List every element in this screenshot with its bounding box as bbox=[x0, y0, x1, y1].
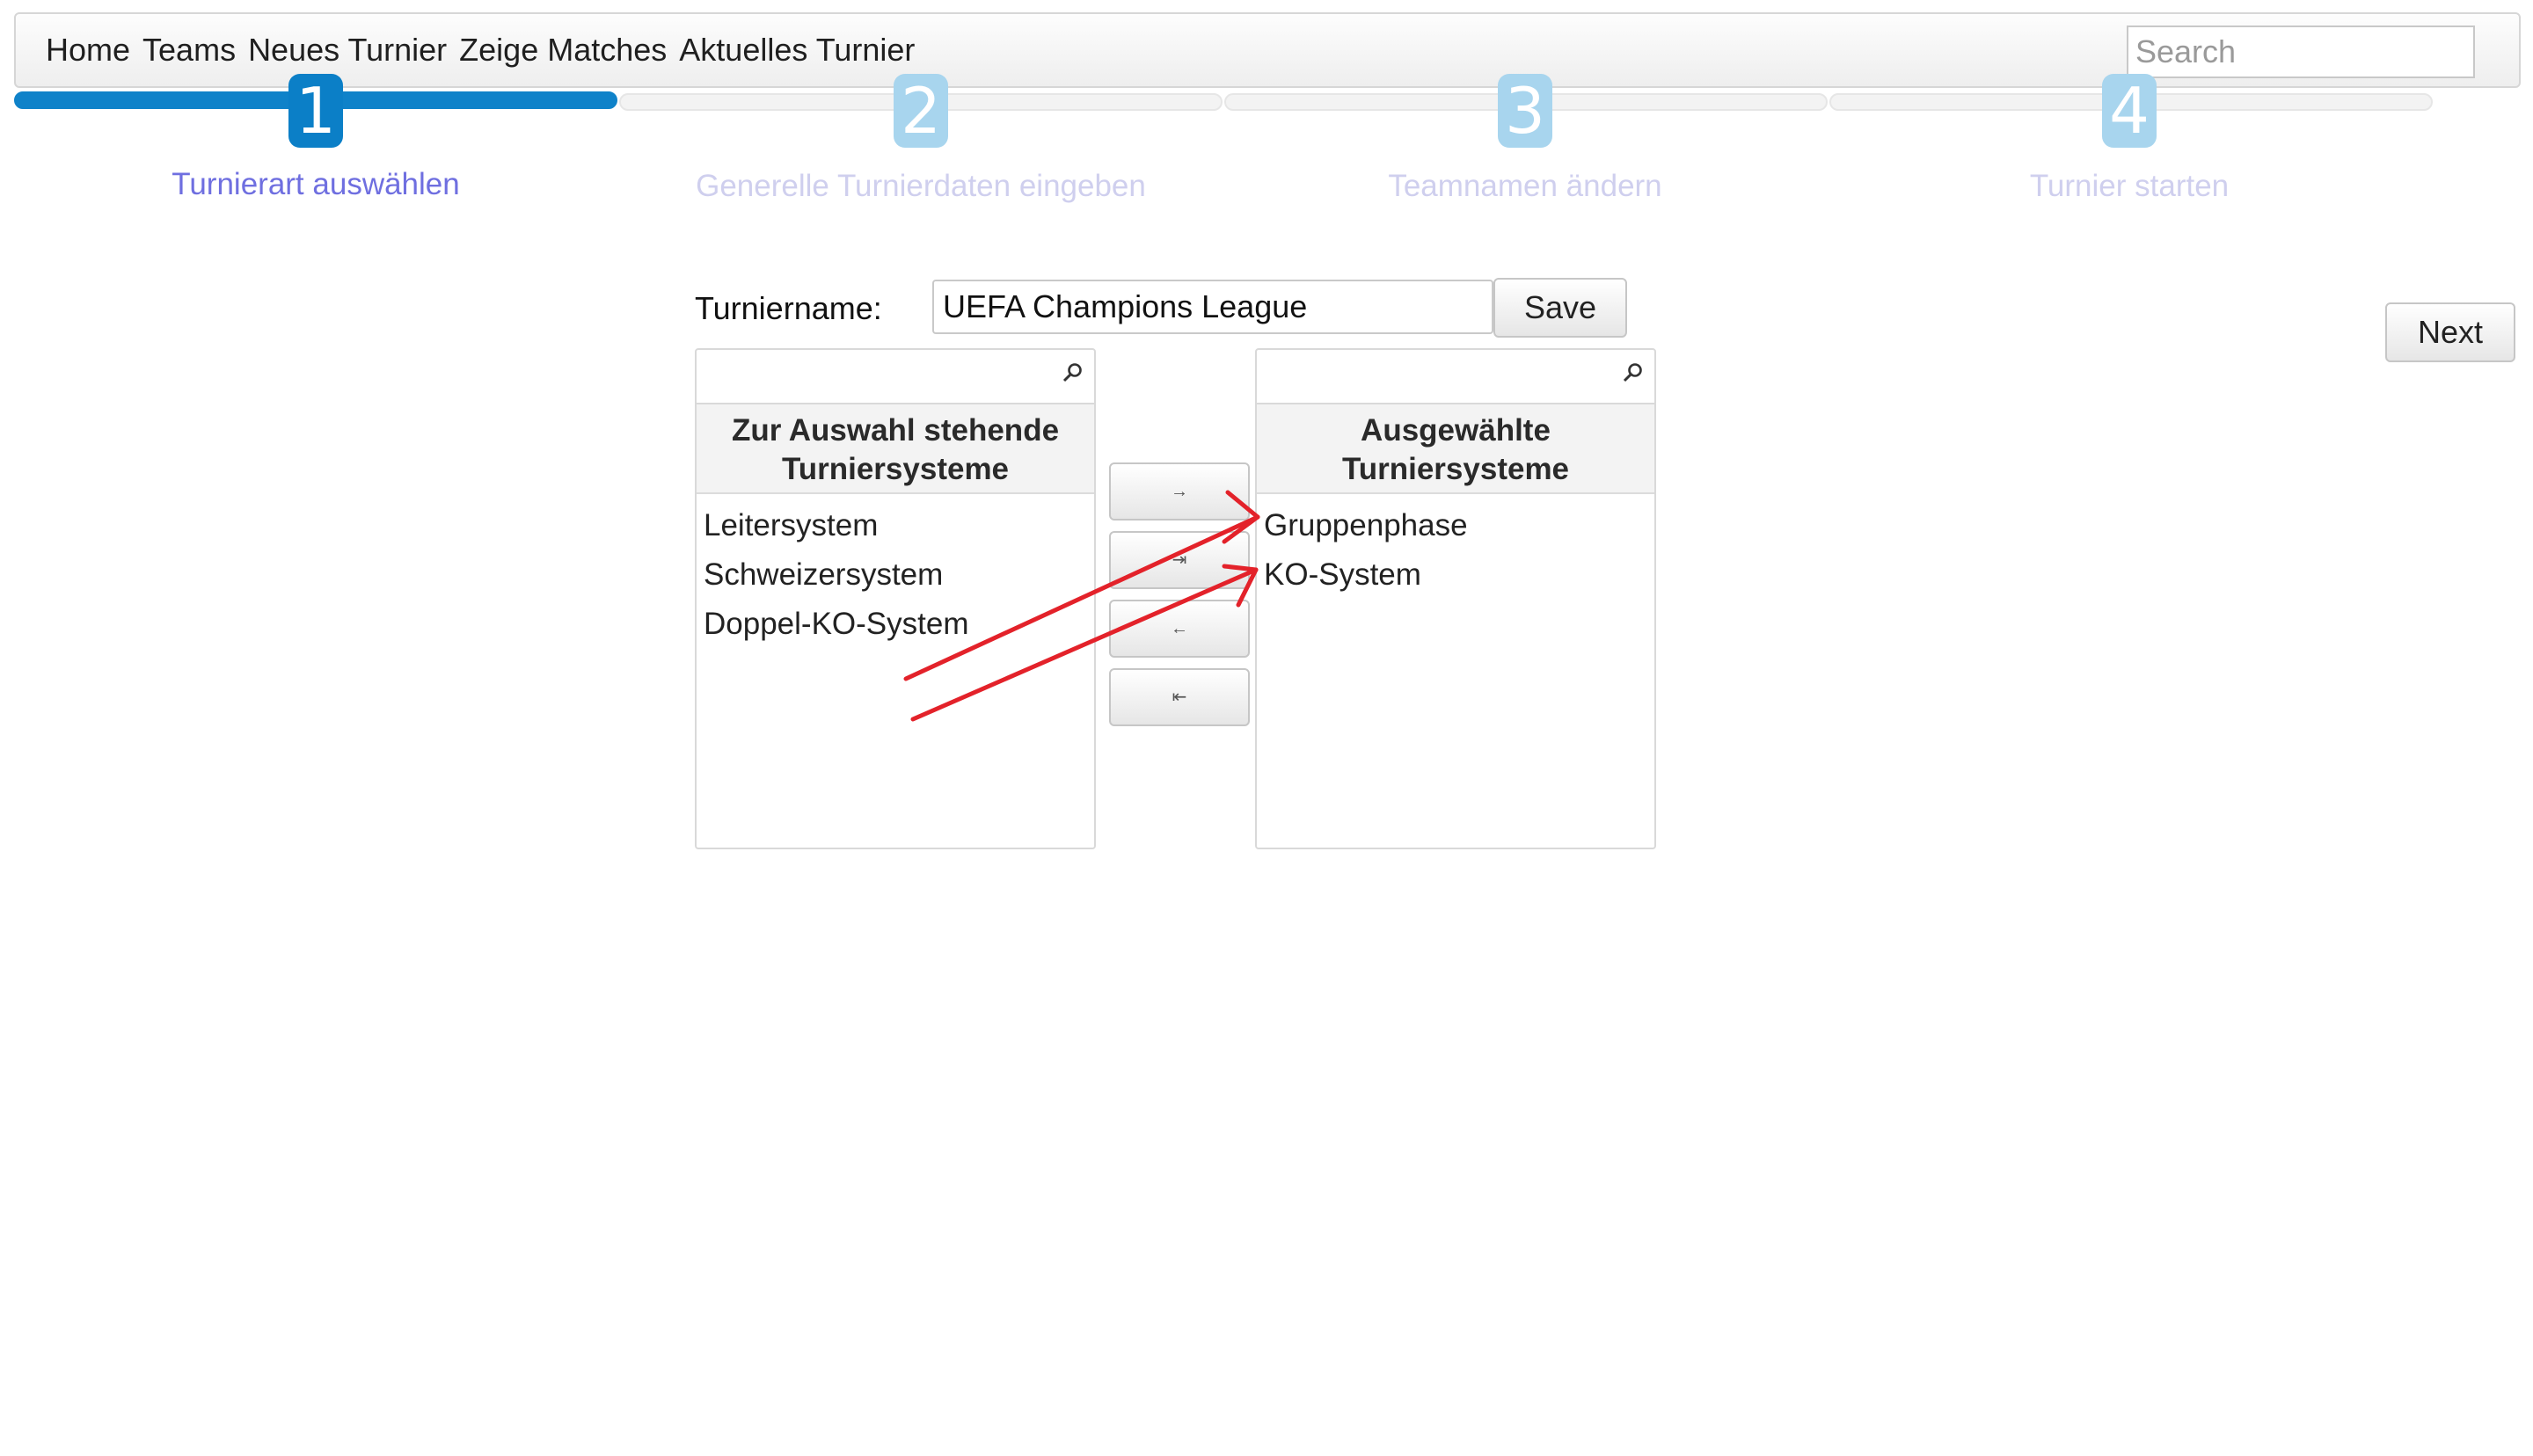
selected-systems-header: Ausgewählte Turniersysteme bbox=[1257, 404, 1654, 494]
selected-systems-panel: Ausgewählte Turniersysteme Gruppenphase … bbox=[1255, 348, 1656, 849]
search-icon bbox=[1623, 363, 1642, 382]
selected-filter-box bbox=[1257, 350, 1654, 404]
list-item[interactable]: Leitersystem bbox=[697, 501, 1094, 550]
nav-link-neues-turnier[interactable]: Neues Turnier bbox=[248, 32, 447, 69]
list-item[interactable]: KO-System bbox=[1257, 550, 1654, 600]
available-systems-panel: Zur Auswahl stehende Turniersysteme Leit… bbox=[695, 348, 1096, 849]
selected-filter-input[interactable] bbox=[1257, 350, 1631, 401]
move-left-button[interactable]: ← bbox=[1109, 600, 1250, 658]
selected-systems-list: Gruppenphase KO-System bbox=[1257, 501, 1654, 600]
list-item[interactable]: Gruppenphase bbox=[1257, 501, 1654, 550]
move-all-left-button[interactable]: ⇤ bbox=[1109, 668, 1250, 726]
nav-links: Home Teams Neues Turnier Zeige Matches A… bbox=[46, 32, 927, 69]
step-label-3[interactable]: Teamnamen ändern bbox=[1217, 169, 1833, 204]
available-systems-header: Zur Auswahl stehende Turniersysteme bbox=[697, 404, 1094, 494]
tournament-name-label: Turniername: bbox=[695, 290, 882, 326]
available-filter-box bbox=[697, 350, 1094, 404]
step-badge-2[interactable]: 2 bbox=[894, 74, 948, 148]
step-label-1[interactable]: Turnierart auswählen bbox=[8, 167, 624, 202]
move-all-right-button[interactable]: ⇥ bbox=[1109, 531, 1250, 589]
step-badge-3[interactable]: 3 bbox=[1498, 74, 1552, 148]
list-item[interactable]: Schweizersystem bbox=[697, 550, 1094, 600]
step-badge-1[interactable]: 1 bbox=[288, 74, 343, 148]
save-button[interactable]: Save bbox=[1493, 278, 1627, 338]
search-icon bbox=[1062, 363, 1082, 382]
move-right-button[interactable]: → bbox=[1109, 462, 1250, 521]
nav-link-aktuelles-turnier[interactable]: Aktuelles Turnier bbox=[679, 32, 915, 69]
next-button[interactable]: Next bbox=[2385, 302, 2515, 362]
nav-link-home[interactable]: Home bbox=[46, 32, 130, 69]
list-item[interactable]: Doppel-KO-System bbox=[697, 600, 1094, 649]
tournament-name-input[interactable] bbox=[932, 280, 1493, 334]
search-input[interactable] bbox=[2127, 25, 2475, 78]
nav-link-zeige-matches[interactable]: Zeige Matches bbox=[459, 32, 667, 69]
step-badge-4[interactable]: 4 bbox=[2102, 74, 2157, 148]
available-filter-input[interactable] bbox=[697, 350, 1071, 401]
step-label-4[interactable]: Turnier starten bbox=[1821, 169, 2437, 204]
available-systems-list: Leitersystem Schweizersystem Doppel-KO-S… bbox=[697, 501, 1094, 649]
step-label-2[interactable]: Generelle Turnierdaten eingeben bbox=[613, 169, 1229, 204]
nav-link-teams[interactable]: Teams bbox=[142, 32, 236, 69]
